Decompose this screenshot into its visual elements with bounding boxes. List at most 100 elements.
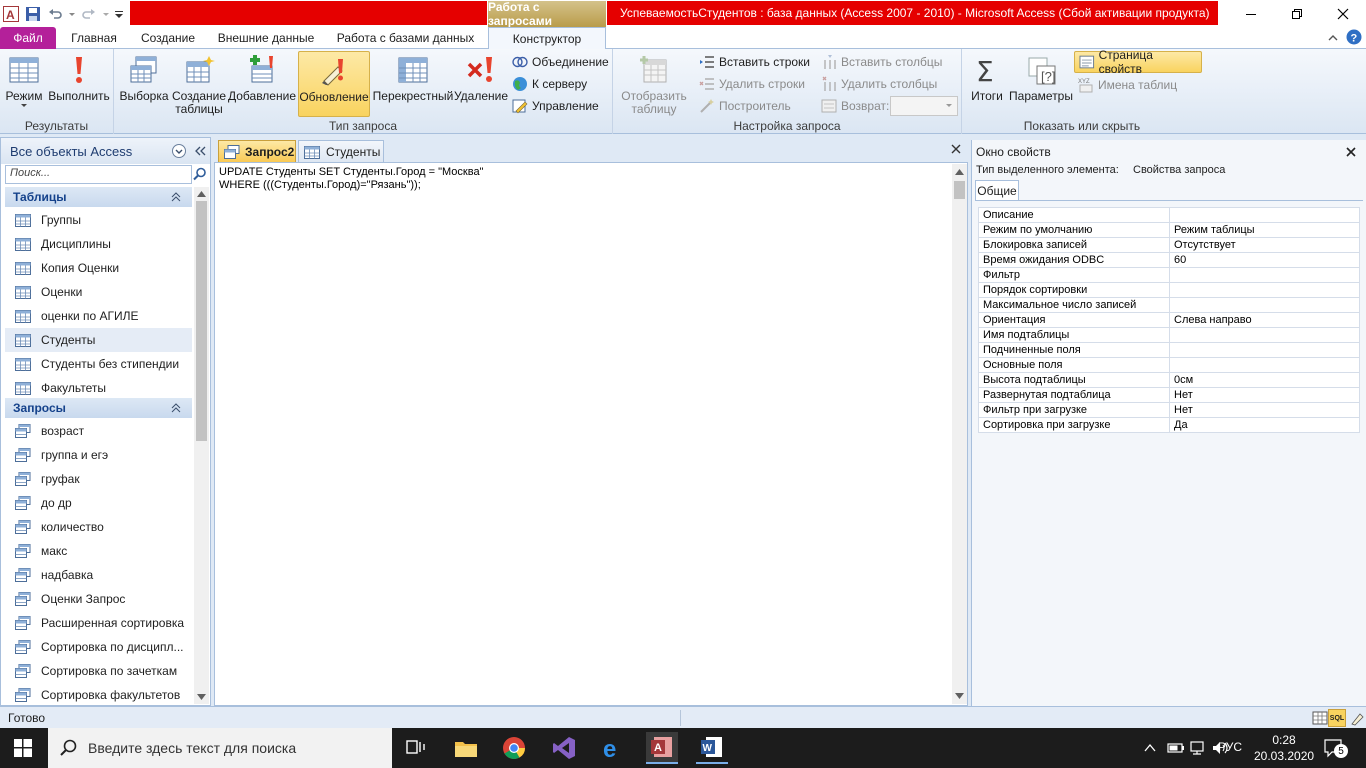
- property-value[interactable]: Отсутствует: [1169, 237, 1360, 253]
- task-view-icon[interactable]: [400, 732, 432, 764]
- property-value[interactable]: [1169, 207, 1360, 223]
- tab-students[interactable]: Студенты: [298, 140, 384, 163]
- property-row[interactable]: Развернутая подтаблица Нет: [978, 387, 1360, 403]
- clock[interactable]: 0:28 20.03.2020: [1254, 732, 1314, 764]
- customize-qat-icon[interactable]: [114, 5, 124, 23]
- word-taskbar-icon[interactable]: W: [696, 732, 728, 764]
- property-value[interactable]: [1169, 342, 1360, 358]
- nav-item[interactable]: группа и егэ: [5, 443, 192, 467]
- undo-dropdown-icon[interactable]: [68, 5, 76, 23]
- passthrough-query-button[interactable]: К серверу: [512, 74, 587, 94]
- file-explorer-icon[interactable]: [450, 732, 482, 764]
- property-row[interactable]: Подчиненные поля: [978, 342, 1360, 358]
- property-value[interactable]: Нет: [1169, 402, 1360, 418]
- property-value[interactable]: [1169, 282, 1360, 298]
- tab-database-tools[interactable]: Работа с базами данных: [328, 27, 483, 49]
- nav-item[interactable]: Дисциплины: [5, 232, 192, 256]
- language-indicator[interactable]: РУС: [1218, 740, 1242, 754]
- delete-columns-button[interactable]: Удалить столбцы: [821, 74, 937, 94]
- sql-editor[interactable]: UPDATE Студенты SET Студенты.Город = "Мо…: [214, 162, 968, 706]
- edge-icon[interactable]: e: [598, 732, 630, 764]
- nav-menu-icon[interactable]: [171, 143, 187, 159]
- network-icon[interactable]: [1190, 740, 1208, 756]
- save-icon[interactable]: [24, 5, 42, 23]
- show-table-button[interactable]: Отобразить таблицу: [617, 51, 691, 117]
- nav-item[interactable]: Сортировка по зачеткам: [5, 659, 192, 683]
- property-value[interactable]: Режим таблицы: [1169, 222, 1360, 238]
- property-row[interactable]: Режим по умолчанию Режим таблицы: [978, 222, 1360, 238]
- nav-scroll-thumb[interactable]: [196, 201, 207, 441]
- datasheet-view-status-icon[interactable]: [1312, 710, 1328, 726]
- help-icon[interactable]: ?: [1346, 29, 1362, 45]
- table-names-button[interactable]: XYZ Имена таблиц: [1078, 75, 1177, 95]
- nav-item[interactable]: Сортировка по дисципл...: [5, 635, 192, 659]
- queries-section-header[interactable]: Запросы: [5, 398, 192, 418]
- crosstab-query-button[interactable]: Перекрестный: [372, 51, 454, 117]
- search-icon[interactable]: [193, 167, 207, 181]
- nav-search-input[interactable]: Поиск...: [5, 165, 192, 184]
- windows-start-icon[interactable]: [14, 739, 32, 757]
- nav-item[interactable]: груфак: [5, 467, 192, 491]
- nav-item[interactable]: оценки по АГИЛЕ: [5, 304, 192, 328]
- tab-external-data[interactable]: Внешние данные: [210, 27, 322, 49]
- collapse-pane-icon[interactable]: [193, 143, 207, 159]
- sql-view-status-button[interactable]: SQL: [1328, 709, 1346, 727]
- access-taskbar-icon[interactable]: A: [646, 732, 678, 764]
- nav-item[interactable]: Расширенная сортировка: [5, 611, 192, 635]
- battery-icon[interactable]: [1167, 740, 1185, 756]
- scroll-down-icon[interactable]: [955, 693, 964, 699]
- redo-dropdown-icon[interactable]: [102, 5, 110, 23]
- select-query-button[interactable]: Выборка: [118, 51, 170, 117]
- nav-item[interactable]: макс: [5, 539, 192, 563]
- property-row[interactable]: Порядок сортировки: [978, 282, 1360, 298]
- sql-text[interactable]: UPDATE Студенты SET Студенты.Город = "Мо…: [219, 166, 483, 192]
- nav-item[interactable]: Факультеты: [5, 376, 192, 400]
- access-app-icon[interactable]: A: [2, 5, 20, 23]
- property-value[interactable]: [1169, 327, 1360, 343]
- close-window-button[interactable]: [1320, 0, 1366, 27]
- property-value[interactable]: 0см: [1169, 372, 1360, 388]
- totals-button[interactable]: Σ Итоги: [966, 51, 1008, 117]
- close-document-icon[interactable]: [950, 143, 962, 155]
- update-query-button[interactable]: Обновление: [298, 51, 370, 117]
- parameters-button[interactable]: [?] Параметры: [1008, 51, 1074, 117]
- property-row[interactable]: Имя подтаблицы: [978, 327, 1360, 343]
- view-mode-button[interactable]: Режим: [2, 51, 46, 117]
- property-row[interactable]: Сортировка при загрузке Да: [978, 417, 1360, 433]
- editor-scroll-thumb[interactable]: [954, 181, 965, 199]
- property-value[interactable]: Слева направо: [1169, 312, 1360, 328]
- nav-item[interactable]: Сортировка факультетов: [5, 683, 192, 707]
- property-row[interactable]: Максимальное число записей: [978, 297, 1360, 313]
- tab-design[interactable]: Конструктор: [488, 27, 606, 50]
- undo-icon[interactable]: [46, 5, 64, 23]
- scroll-up-icon[interactable]: [955, 169, 964, 175]
- minimize-button[interactable]: [1228, 0, 1274, 27]
- property-row[interactable]: Фильтр: [978, 267, 1360, 283]
- nav-item[interactable]: Студенты без стипендии: [5, 352, 192, 376]
- nav-item[interactable]: Группы: [5, 208, 192, 232]
- nav-item[interactable]: Копия Оценки: [5, 256, 192, 280]
- chrome-icon[interactable]: [498, 732, 530, 764]
- nav-item[interactable]: Оценки Запрос: [5, 587, 192, 611]
- redo-icon[interactable]: [80, 5, 98, 23]
- minimize-ribbon-icon[interactable]: [1327, 31, 1339, 45]
- run-button[interactable]: Выполнить: [46, 51, 112, 117]
- make-table-button[interactable]: Создание таблицы: [172, 51, 226, 117]
- nav-item[interactable]: надбавка: [5, 563, 192, 587]
- property-value[interactable]: Нет: [1169, 387, 1360, 403]
- visual-studio-icon[interactable]: [548, 732, 580, 764]
- tables-section-header[interactable]: Таблицы: [5, 187, 192, 207]
- return-dropdown[interactable]: [890, 96, 958, 116]
- insert-rows-button[interactable]: Вставить строки: [699, 52, 810, 72]
- append-query-button[interactable]: Добавление: [228, 51, 296, 117]
- delete-query-button[interactable]: Удаление: [454, 51, 508, 117]
- property-value[interactable]: [1169, 357, 1360, 373]
- property-row[interactable]: Ориентация Слева направо: [978, 312, 1360, 328]
- tab-create[interactable]: Создание: [132, 27, 204, 49]
- insert-columns-button[interactable]: Вставить столбцы: [821, 52, 942, 72]
- property-value[interactable]: 60: [1169, 252, 1360, 268]
- notifications-icon[interactable]: 5: [1324, 738, 1348, 758]
- property-row[interactable]: Фильтр при загрузке Нет: [978, 402, 1360, 418]
- restore-button[interactable]: [1274, 0, 1320, 27]
- taskbar-search-box[interactable]: Введите здесь текст для поиска: [48, 728, 392, 768]
